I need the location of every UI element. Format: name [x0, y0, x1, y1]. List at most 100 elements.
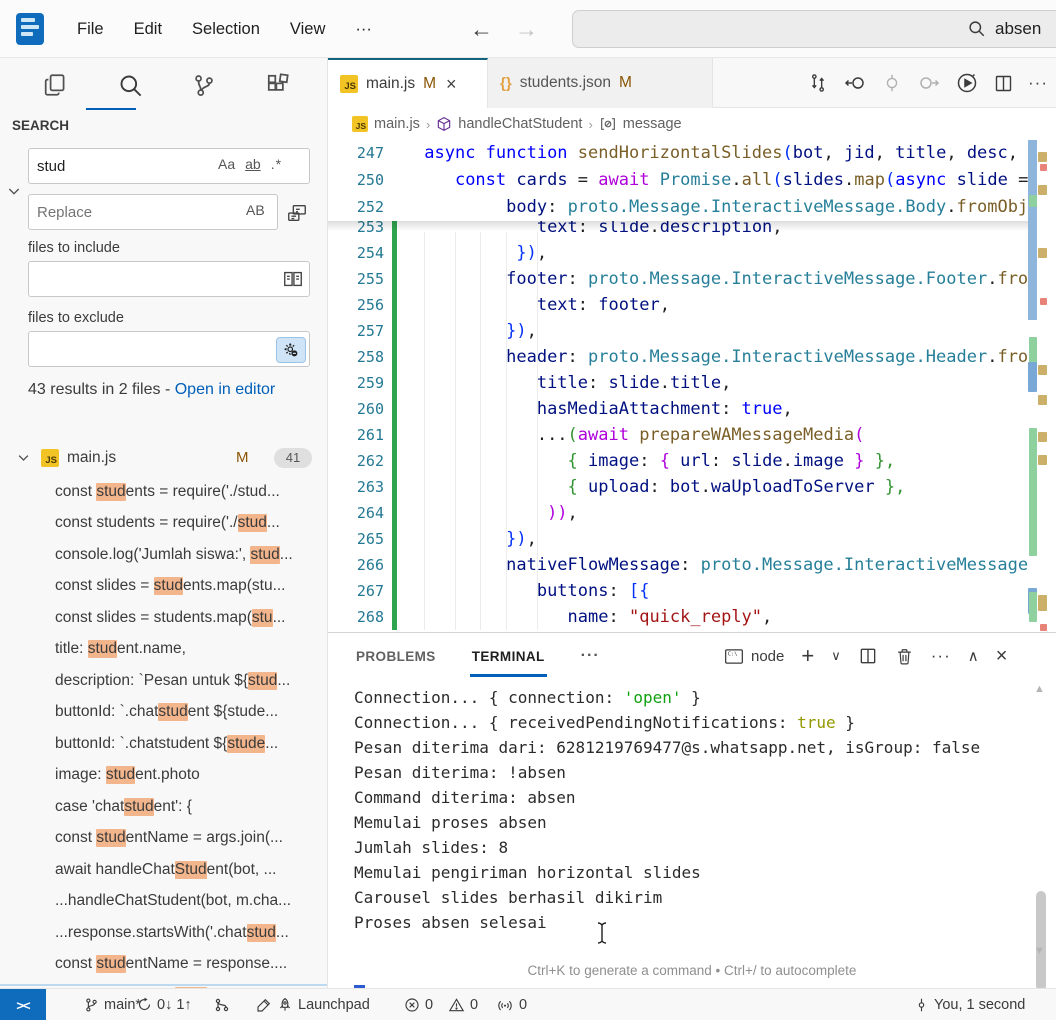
command-center[interactable]: absen [572, 10, 1056, 48]
result-file-row[interactable]: JS main.js M 41 [0, 442, 328, 473]
terminal-dropdown-chevron-icon[interactable]: ∨ [831, 648, 841, 664]
menu-selection[interactable]: Selection [177, 14, 275, 45]
scroll-up-arrow-icon[interactable]: ▲ [1034, 683, 1045, 695]
search-result-row[interactable]: ...handleChatStudent(bot, m.cha... [0, 886, 328, 918]
code-line-259[interactable]: 259 title: slide.title, [328, 370, 1028, 396]
search-result-row[interactable]: buttonId: `.chatstudent ${stude... [0, 697, 328, 729]
remote-indicator[interactable]: >< [0, 989, 46, 1020]
breadcrumb-symbol[interactable]: handleChatStudent [458, 116, 582, 132]
terminal-text: Jumlah slides: 8 [354, 838, 508, 857]
breadcrumb-file[interactable]: main.js [374, 116, 420, 132]
warnings-status-item[interactable]: 0 [448, 989, 478, 1020]
menu-file[interactable]: File [62, 14, 119, 45]
terminal-scrollbar-thumb[interactable] [1036, 891, 1046, 991]
regex-icon[interactable]: .* [271, 156, 282, 172]
files-exclude-input[interactable] [28, 331, 310, 367]
search-result-row[interactable]: const studentName = args.join(... [0, 823, 328, 855]
toggle-replace-chevron-icon[interactable] [6, 183, 22, 199]
code-line-263[interactable]: 263 { upload: bot.waUploadToServer }, [328, 474, 1028, 500]
search-result-row[interactable]: const students = require('./stud... [0, 476, 328, 508]
code-line-260[interactable]: 260 hasMediaAttachment: true, [328, 396, 1028, 422]
panel-tabs-overflow-icon[interactable]: ··· [581, 647, 600, 665]
open-changes-icon[interactable] [807, 72, 829, 94]
match-case-icon[interactable]: Aa [218, 156, 235, 172]
search-result-row[interactable]: const students = require('./stud... [0, 508, 328, 540]
open-editors-book-icon[interactable] [282, 268, 304, 290]
previous-change-icon[interactable] [843, 71, 867, 95]
graph-status-item[interactable] [214, 989, 230, 1020]
code-line-250[interactable]: 250 const cards = await Promise.all(slid… [328, 167, 1028, 193]
search-result-row[interactable]: image: student.photo [0, 760, 328, 792]
new-terminal-icon[interactable]: + [801, 643, 814, 669]
editor-more-actions-icon[interactable]: ··· [1028, 73, 1048, 93]
tab-students-json[interactable]: {} students.json M [488, 58, 713, 108]
extensions-icon[interactable] [252, 64, 304, 106]
launchpad-status-item[interactable]: Launchpad [256, 989, 370, 1020]
collapse-chevron-icon[interactable] [16, 450, 31, 465]
whole-word-icon[interactable]: ab [245, 156, 261, 172]
search-result-row[interactable]: const studentName = response.... [0, 949, 328, 981]
files-include-input[interactable] [28, 261, 310, 297]
code-line-268[interactable]: 268 name: "quick_reply", [328, 604, 1028, 630]
run-or-debug-icon[interactable] [955, 71, 979, 95]
tab-problems[interactable]: PROBLEMS [356, 649, 436, 664]
close-panel-icon[interactable]: × [996, 645, 1008, 668]
code-line-261[interactable]: 261 ...(await prepareWAMessageMedia( [328, 422, 1028, 448]
code-token: fromObject [997, 347, 1028, 367]
errors-status-item[interactable]: 0 [404, 989, 433, 1020]
code-line-254[interactable]: 254 }), [328, 240, 1028, 266]
maximize-panel-chevron-icon[interactable]: ∧ [968, 647, 979, 665]
code-line-252[interactable]: 252 body: proto.Message.InteractiveMessa… [328, 194, 1028, 220]
search-result-row[interactable]: case 'chatstudent': { [0, 791, 328, 823]
tab-main-js[interactable]: JS main.js M × [328, 58, 488, 108]
code-line-265[interactable]: 265 }), [328, 526, 1028, 552]
split-editor-icon[interactable] [993, 73, 1014, 94]
close-tab-icon[interactable]: × [446, 74, 457, 95]
explorer-copy-icon[interactable] [30, 64, 82, 106]
current-change-icon[interactable] [881, 72, 903, 94]
preserve-case-icon[interactable]: AB [246, 202, 265, 218]
sync-status-item[interactable]: 0↓ 1↑ [137, 989, 192, 1020]
source-control-icon[interactable] [178, 64, 230, 106]
breadcrumb-member[interactable]: message [623, 116, 682, 132]
menu-[interactable]: ··· [340, 14, 386, 45]
open-in-editor-link[interactable]: Open in editor [175, 381, 276, 398]
code-line-266[interactable]: 266 nativeFlowMessage: proto.Message.Int… [328, 552, 1028, 578]
ports-status-item[interactable]: 0 [496, 989, 527, 1020]
search-view-icon[interactable] [104, 64, 156, 106]
next-change-icon[interactable] [917, 71, 941, 95]
search-result-row[interactable]: title: student.name, [0, 634, 328, 666]
search-result-row[interactable]: console.log('Jumlah siswa:', stud... [0, 539, 328, 571]
search-result-row[interactable]: const slides = students.map(stu... [0, 571, 328, 603]
blame-status-item[interactable]: You, 1 second [914, 989, 1056, 1020]
search-result-row[interactable]: const slides = students.map(stu... [0, 602, 328, 634]
exclude-settings-gear-icon[interactable] [276, 337, 306, 363]
replace-all-icon[interactable] [286, 202, 308, 224]
tab-terminal[interactable]: TERMINAL [472, 649, 545, 664]
code-line-256[interactable]: 256 text: footer, [328, 292, 1028, 318]
scroll-down-arrow-icon[interactable]: ▼ [1034, 945, 1045, 957]
menu-edit[interactable]: Edit [119, 14, 177, 45]
split-terminal-icon[interactable] [858, 646, 878, 666]
scrollbar-thumb[interactable] [1028, 140, 1037, 320]
nav-back-button[interactable]: ← [470, 16, 493, 43]
search-result-row[interactable]: ...response.startsWith('.chatstud... [0, 917, 328, 949]
terminal-shell-picker[interactable]: C:\ node [724, 648, 784, 665]
menu-view[interactable]: View [275, 14, 340, 45]
code-line-267[interactable]: 267 buttons: [{ [328, 578, 1028, 604]
branch-status-item[interactable]: main* [84, 989, 141, 1020]
code-line-264[interactable]: 264 )), [328, 500, 1028, 526]
code-line-247[interactable]: 247 async function sendHorizontalSlides(… [328, 140, 1028, 166]
panel-more-actions-icon[interactable]: ··· [931, 646, 951, 666]
replace-input[interactable] [28, 194, 278, 230]
search-result-row[interactable]: await handleChatStudent(bot, ... [0, 854, 328, 886]
search-result-row[interactable]: description: `Pesan untuk ${stud... [0, 665, 328, 697]
code-editor[interactable]: 253 text: slide.description,254 }),255 f… [328, 140, 1056, 632]
search-result-row[interactable]: buttonId: `.chatstudent ${stude... [0, 728, 328, 760]
code-line-262[interactable]: 262 { image: { url: slide.image } }, [328, 448, 1028, 474]
code-line-257[interactable]: 257 }), [328, 318, 1028, 344]
code-line-255[interactable]: 255 footer: proto.Message.InteractiveMes… [328, 266, 1028, 292]
overview-ruler[interactable] [1028, 140, 1056, 632]
kill-terminal-trash-icon[interactable] [895, 647, 914, 666]
code-line-258[interactable]: 258 header: proto.Message.InteractiveMes… [328, 344, 1028, 370]
